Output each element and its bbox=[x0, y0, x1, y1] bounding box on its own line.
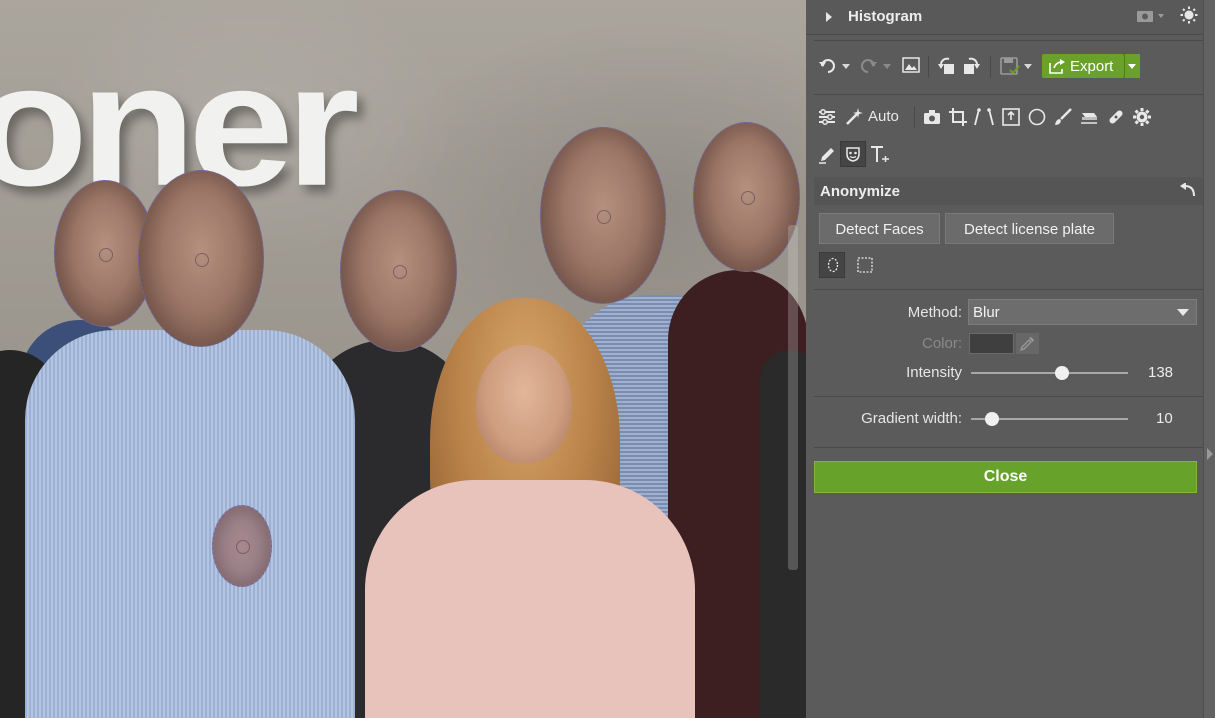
mask-icon bbox=[846, 147, 860, 162]
divider bbox=[814, 94, 1203, 95]
blur-hand-region[interactable] bbox=[212, 505, 272, 587]
reset-arrow-icon[interactable] bbox=[1180, 183, 1196, 197]
person-body bbox=[760, 350, 806, 718]
method-select[interactable]: Blur bbox=[968, 299, 1197, 325]
histogram-camera-icon[interactable] bbox=[1136, 8, 1166, 24]
eraser-icon[interactable] bbox=[1080, 109, 1098, 125]
undo-icon[interactable] bbox=[818, 57, 850, 75]
canvas-scrollbar[interactable] bbox=[788, 225, 798, 570]
frame-icon[interactable] bbox=[1002, 108, 1020, 126]
eyedropper-icon bbox=[1020, 337, 1034, 351]
rotate-left-icon[interactable] bbox=[938, 56, 956, 76]
intensity-slider-knob[interactable] bbox=[1055, 366, 1069, 380]
woman-sweater bbox=[365, 480, 695, 718]
gradient-width-value[interactable]: 10 bbox=[1156, 410, 1173, 427]
text-icon[interactable] bbox=[870, 145, 890, 165]
expand-arrow-icon[interactable] bbox=[826, 12, 832, 22]
circle-icon[interactable] bbox=[1028, 108, 1046, 126]
divider bbox=[914, 106, 915, 128]
adjust-sliders-icon[interactable] bbox=[818, 108, 836, 126]
redo-icon[interactable] bbox=[858, 57, 892, 75]
divider bbox=[928, 56, 929, 78]
ellipse-shape-button[interactable] bbox=[819, 252, 845, 278]
blur-face-region[interactable] bbox=[340, 190, 457, 352]
crop-icon[interactable] bbox=[949, 108, 967, 126]
intensity-slider-track[interactable] bbox=[971, 372, 1128, 374]
brush-icon[interactable] bbox=[1054, 108, 1072, 126]
divider bbox=[814, 447, 1203, 448]
detect-license-plate-button[interactable]: Detect license plate bbox=[945, 213, 1114, 244]
divider bbox=[990, 56, 991, 78]
ellipse-dashed-icon bbox=[827, 257, 839, 273]
photo-canvas[interactable]: oner bbox=[0, 0, 806, 718]
save-icon[interactable] bbox=[1000, 56, 1036, 76]
rotate-right-icon[interactable] bbox=[962, 56, 980, 76]
auto-label[interactable]: Auto bbox=[868, 108, 899, 125]
intensity-value[interactable]: 138 bbox=[1148, 364, 1173, 381]
export-button[interactable]: Export bbox=[1042, 54, 1124, 78]
pencil-icon[interactable] bbox=[818, 146, 836, 164]
detect-faces-button[interactable]: Detect Faces bbox=[819, 213, 940, 244]
export-icon bbox=[1049, 59, 1065, 74]
person-body bbox=[25, 330, 355, 718]
method-value: Blur bbox=[973, 304, 1000, 321]
color-swatch[interactable] bbox=[969, 333, 1014, 354]
blur-face-region[interactable] bbox=[540, 127, 666, 304]
settings-sun-icon[interactable] bbox=[1180, 6, 1198, 24]
right-panel: Histogram Export Auto Anonymize Detect F… bbox=[806, 0, 1215, 718]
histogram-title: Histogram bbox=[848, 8, 923, 25]
divider bbox=[814, 40, 1203, 41]
bandage-icon[interactable] bbox=[1106, 107, 1126, 127]
divider bbox=[814, 396, 1203, 397]
blur-face-region[interactable] bbox=[693, 122, 800, 272]
rectangle-dashed-icon bbox=[857, 257, 873, 273]
gradient-slider-knob[interactable] bbox=[985, 412, 999, 426]
color-label: Color: bbox=[921, 335, 962, 352]
magic-wand-icon[interactable] bbox=[844, 107, 864, 127]
method-label: Method: bbox=[907, 304, 962, 321]
anonymize-header: Anonymize bbox=[814, 177, 1203, 205]
gradient-width-label: Gradient width: bbox=[861, 410, 962, 427]
eyedropper-button[interactable] bbox=[1016, 333, 1039, 354]
histogram-header[interactable]: Histogram bbox=[806, 0, 1203, 35]
panel-scroll-strip[interactable] bbox=[1203, 0, 1215, 718]
blur-face-region[interactable] bbox=[138, 170, 264, 347]
export-label: Export bbox=[1070, 58, 1114, 75]
anonymize-title: Anonymize bbox=[820, 183, 901, 200]
collapse-arrow-icon[interactable] bbox=[1207, 448, 1213, 460]
divider bbox=[814, 289, 1203, 290]
rectangle-shape-button[interactable] bbox=[852, 252, 878, 278]
intensity-label: Intensity bbox=[906, 364, 962, 381]
perspective-icon[interactable] bbox=[974, 108, 994, 126]
gear-icon[interactable] bbox=[1132, 107, 1152, 127]
woman-face bbox=[476, 345, 572, 463]
anonymize-tool-button[interactable] bbox=[840, 141, 866, 167]
export-dropdown-button[interactable] bbox=[1124, 54, 1140, 78]
image-icon[interactable] bbox=[902, 57, 920, 73]
camera-icon[interactable] bbox=[923, 109, 941, 125]
close-button[interactable]: Close bbox=[814, 461, 1197, 493]
